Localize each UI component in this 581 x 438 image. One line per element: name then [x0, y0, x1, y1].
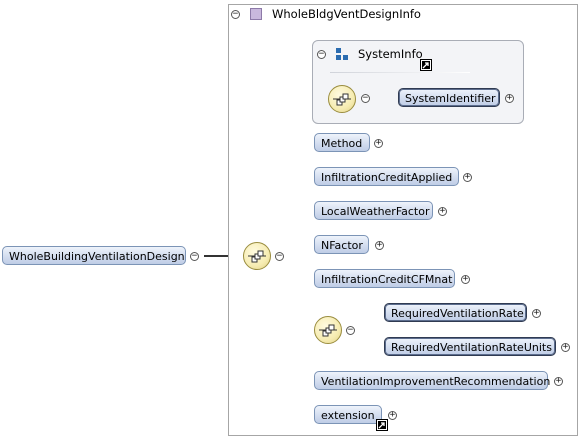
- ventilation-improvement-recommendation-expand-toggle[interactable]: [554, 377, 563, 386]
- required-ventilation-rate-node[interactable]: RequiredVentilationRate: [384, 303, 527, 322]
- infiltration-credit-applied-label: InfiltrationCreditApplied: [321, 171, 453, 184]
- group-icon: [336, 48, 350, 62]
- systeminfo-sequence-icon[interactable]: [328, 85, 356, 113]
- local-weather-factor-expand-toggle[interactable]: [438, 207, 447, 216]
- systeminfo-collapse-toggle[interactable]: [317, 50, 326, 59]
- extension-reference-arrow-icon[interactable]: [376, 419, 388, 431]
- ventilation-improvement-recommendation-node[interactable]: VentilationImprovementRecommendation: [314, 371, 551, 390]
- systeminfo-sequence-toggle[interactable]: [361, 94, 370, 103]
- ventilation-improvement-recommendation-label: VentilationImprovementRecommendation: [321, 375, 551, 388]
- nfactor-expand-toggle[interactable]: [375, 241, 384, 250]
- extension-label: extension: [321, 409, 375, 422]
- type-title: WholeBldgVentDesignInfo: [272, 7, 421, 21]
- collapse-toggle[interactable]: [231, 10, 240, 19]
- reference-arrow-icon[interactable]: [420, 59, 432, 71]
- nfactor-label: NFactor: [321, 239, 363, 252]
- system-identifier-expand-toggle[interactable]: [505, 94, 514, 103]
- root-collapse-toggle[interactable]: [190, 252, 199, 261]
- root-element-label: WholeBuildingVentilationDesign: [9, 250, 185, 263]
- infiltration-credit-cfmnat-expand-toggle[interactable]: [461, 275, 470, 284]
- extension-expand-toggle[interactable]: [388, 411, 397, 420]
- root-element-node[interactable]: WholeBuildingVentilationDesign: [2, 246, 186, 265]
- nfactor-node[interactable]: NFactor: [314, 235, 369, 254]
- local-weather-factor-label: LocalWeatherFactor: [321, 205, 430, 218]
- required-ventilation-rate-units-expand-toggle[interactable]: [561, 343, 570, 352]
- required-ventilation-rate-label: RequiredVentilationRate: [391, 307, 524, 320]
- method-node[interactable]: Method: [314, 133, 370, 152]
- systeminfo-divider: [330, 72, 470, 73]
- complex-type-icon: [250, 8, 262, 20]
- infiltration-credit-applied-expand-toggle[interactable]: [463, 173, 472, 182]
- system-identifier-label: SystemIdentifier: [405, 92, 496, 105]
- extension-node[interactable]: extension: [314, 405, 382, 424]
- infiltration-credit-applied-node[interactable]: InfiltrationCreditApplied: [314, 167, 459, 186]
- infiltration-credit-cfmnat-node[interactable]: InfiltrationCreditCFMnat: [314, 269, 455, 288]
- schema-diagram: WholeBldgVentDesignInfo SystemInfo Whole…: [0, 0, 581, 438]
- method-label: Method: [321, 137, 363, 150]
- choice-compositor-icon[interactable]: [314, 316, 342, 344]
- systeminfo-title: SystemInfo: [358, 47, 423, 61]
- local-weather-factor-node[interactable]: LocalWeatherFactor: [314, 201, 433, 220]
- required-ventilation-rate-expand-toggle[interactable]: [532, 309, 541, 318]
- required-ventilation-rate-units-label: RequiredVentilationRateUnits: [391, 341, 552, 354]
- infiltration-credit-cfmnat-label: InfiltrationCreditCFMnat: [321, 273, 453, 286]
- choice-collapse-toggle[interactable]: [346, 326, 355, 335]
- system-identifier-node[interactable]: SystemIdentifier: [398, 88, 500, 107]
- required-ventilation-rate-units-node[interactable]: RequiredVentilationRateUnits: [384, 337, 556, 356]
- method-expand-toggle[interactable]: [374, 139, 383, 148]
- sequence-compositor-icon[interactable]: [243, 242, 271, 270]
- sequence-collapse-toggle[interactable]: [275, 252, 284, 261]
